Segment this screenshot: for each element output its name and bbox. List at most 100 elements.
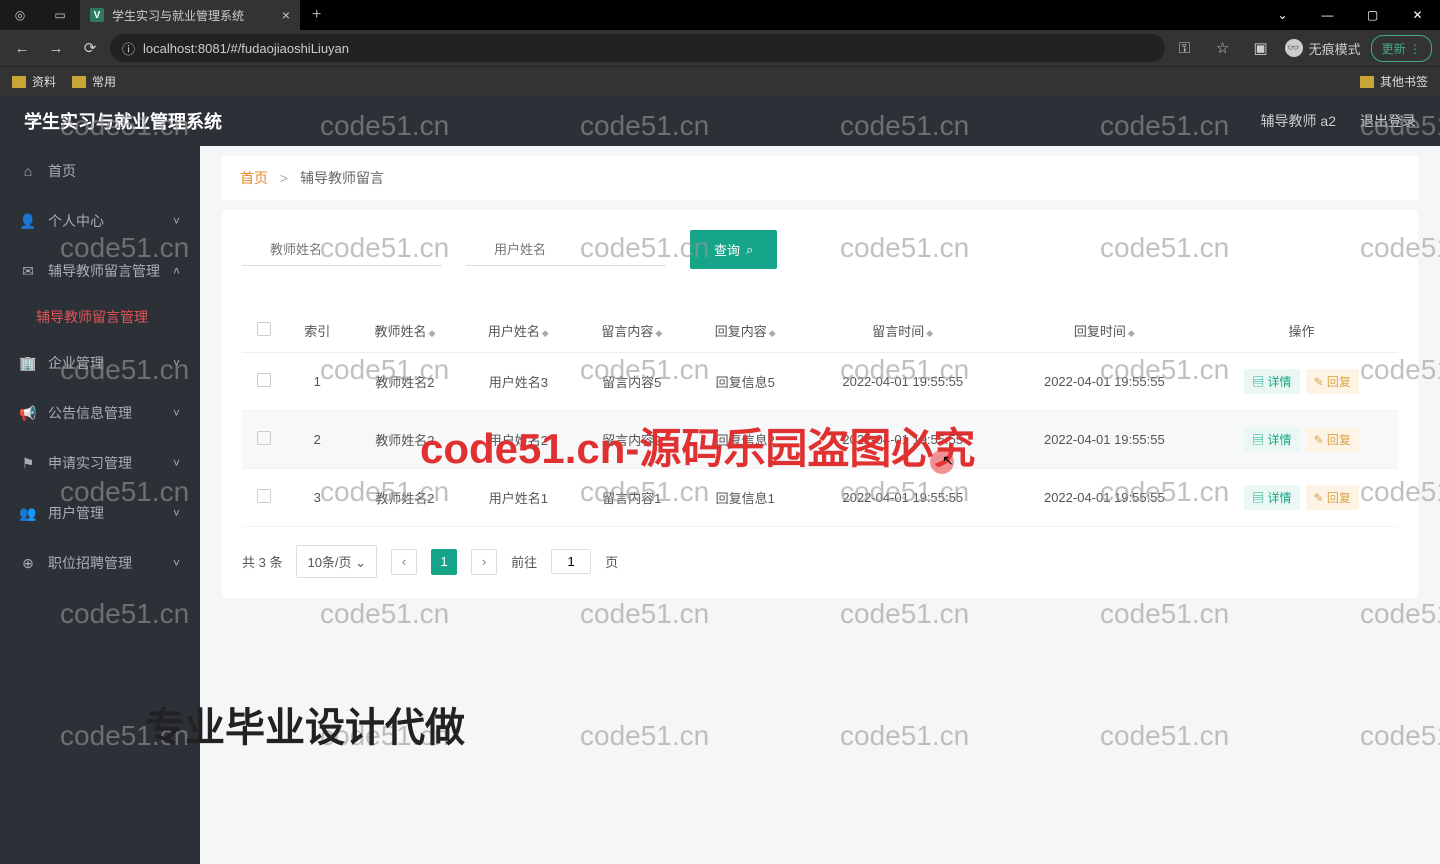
reply-button[interactable]: ✎ 回复 xyxy=(1306,427,1359,452)
col-msgtime[interactable]: 留言时间◆ xyxy=(802,309,1004,353)
data-table: 索引 教师姓名◆ 用户姓名◆ 留言内容◆ 回复内容◆ 留言时间◆ 回复时间◆ 操… xyxy=(242,309,1398,527)
breadcrumb: 首页 > 辅导教师留言 xyxy=(222,156,1418,200)
page-size-select[interactable]: 10条/页 ⌄ xyxy=(296,545,377,578)
col-user[interactable]: 用户姓名◆ xyxy=(462,309,575,353)
sidebar-item-6[interactable]: ⚑申请实习管理˅ xyxy=(0,438,200,488)
sidebar-item-2[interactable]: ✉ 辅导教师留言管理 ˄ xyxy=(0,246,200,296)
menu-icon: ⊕ xyxy=(20,555,36,571)
prev-page-button[interactable]: ‹ xyxy=(391,549,417,575)
detail-button[interactable]: ▤ 详情 xyxy=(1244,369,1299,394)
extensions-icon[interactable]: ▣ xyxy=(1247,34,1275,62)
cell-msgtime: 2022-04-01 19:55:55 xyxy=(802,353,1004,411)
address-bar[interactable]: ⓘ localhost:8081/#/fudaojiaoshiLiuyan xyxy=(110,34,1165,62)
col-replytime[interactable]: 回复时间◆ xyxy=(1004,309,1206,353)
sidebar-item-4[interactable]: 🏢企业管理˅ xyxy=(0,338,200,388)
sidebar-item-5[interactable]: 📢公告信息管理˅ xyxy=(0,388,200,438)
col-msg[interactable]: 留言内容◆ xyxy=(575,309,688,353)
sidebar-item-label: 辅导教师留言管理 xyxy=(48,261,160,281)
cell-replytime: 2022-04-01 19:55:55 xyxy=(1004,469,1206,527)
url-text: localhost:8081/#/fudaojiaoshiLiuyan xyxy=(143,41,349,56)
row-checkbox[interactable] xyxy=(257,431,271,445)
teacher-name-input[interactable] xyxy=(242,234,442,266)
content-area: 首页 > 辅导教师留言 查询⌕ 索引 教师姓名◆ 用户姓名◆ xyxy=(200,146,1440,864)
breadcrumb-current: 辅导教师留言 xyxy=(300,170,384,186)
menu-icon: ✉ xyxy=(20,263,36,279)
key-icon[interactable]: ⚿ xyxy=(1171,34,1199,62)
table-row[interactable]: 1教师姓名2用户姓名3留言内容5回复信息52022-04-01 19:55:55… xyxy=(242,353,1398,411)
reply-button[interactable]: ✎ 回复 xyxy=(1306,485,1359,510)
goto-page-input[interactable] xyxy=(551,549,591,574)
forward-button[interactable]: → xyxy=(42,34,70,62)
sort-icon: ◆ xyxy=(655,328,662,338)
window-dropdown-icon[interactable]: ⌄ xyxy=(1260,0,1305,30)
chevron-down-icon: ˅ xyxy=(173,556,180,570)
sidebar-item-1[interactable]: 👤个人中心˅ xyxy=(0,196,200,246)
page-suffix: 页 xyxy=(605,552,618,571)
col-index: 索引 xyxy=(286,309,348,353)
browser-tab-inactive-1[interactable]: ◎ xyxy=(0,0,40,30)
reload-button[interactable]: ⟳ xyxy=(76,34,104,62)
current-user[interactable]: 辅导教师 a2 xyxy=(1261,111,1336,131)
cell-teacher: 教师姓名2 xyxy=(348,353,461,411)
window-controls: ⌄ — ▢ ✕ xyxy=(1260,0,1440,30)
maximize-icon[interactable]: ▢ xyxy=(1350,0,1395,30)
reply-button[interactable]: ✎ 回复 xyxy=(1306,369,1359,394)
chevron-down-icon: ˅ xyxy=(173,456,180,470)
detail-button[interactable]: ▤ 详情 xyxy=(1244,427,1299,452)
sidebar-item-3[interactable]: 辅导教师留言管理 xyxy=(0,296,200,338)
cell-user: 用户姓名1 xyxy=(462,469,575,527)
cell-actions: ▤ 详情 ✎ 回复 xyxy=(1205,469,1398,527)
sidebar-item-8[interactable]: ⊕职位招聘管理˅ xyxy=(0,538,200,588)
update-button[interactable]: 更新 ⋮ xyxy=(1371,35,1432,62)
cell-msg: 留言内容5 xyxy=(575,353,688,411)
table-row[interactable]: 2教师姓名2用户姓名2留言内容2回复信息22022-04-01 19:55:55… xyxy=(242,411,1398,469)
star-icon[interactable]: ☆ xyxy=(1209,34,1237,62)
page-1-button[interactable]: 1 xyxy=(431,549,457,575)
bookmark-folder-2[interactable]: 常用 xyxy=(72,73,116,90)
info-icon: ⓘ xyxy=(122,39,135,58)
app-header: 学生实习与就业管理系统 辅导教师 a2 退出登录 xyxy=(0,96,1440,146)
row-checkbox[interactable] xyxy=(257,489,271,503)
cell-replytime: 2022-04-01 19:55:55 xyxy=(1004,411,1206,469)
cell-actions: ▤ 详情 ✎ 回复 xyxy=(1205,353,1398,411)
sidebar-item-label: 首页 xyxy=(48,161,76,181)
logout-link[interactable]: 退出登录 xyxy=(1360,111,1416,131)
sort-icon: ◆ xyxy=(428,328,435,338)
new-tab-button[interactable]: + xyxy=(300,6,333,24)
col-reply[interactable]: 回复内容◆ xyxy=(689,309,802,353)
close-window-icon[interactable]: ✕ xyxy=(1395,0,1440,30)
next-page-button[interactable]: › xyxy=(471,549,497,575)
browser-tab-active[interactable]: V 学生实习与就业管理系统 × xyxy=(80,0,300,30)
close-tab-icon[interactable]: × xyxy=(282,7,290,23)
query-button[interactable]: 查询⌕ xyxy=(690,230,777,269)
table-row[interactable]: 3教师姓名2用户姓名1留言内容1回复信息12022-04-01 19:55:55… xyxy=(242,469,1398,527)
back-button[interactable]: ← xyxy=(8,34,36,62)
sidebar-item-label: 申请实习管理 xyxy=(48,453,132,473)
minimize-icon[interactable]: — xyxy=(1305,0,1350,30)
menu-icon: 📢 xyxy=(20,405,36,421)
vue-icon: V xyxy=(90,8,104,22)
cell-reply: 回复信息5 xyxy=(689,353,802,411)
search-row: 查询⌕ xyxy=(242,230,1398,269)
select-all-checkbox[interactable] xyxy=(257,322,271,336)
browser-tab-inactive-2[interactable]: ▭ xyxy=(40,0,80,30)
search-icon: ⌕ xyxy=(746,242,753,258)
row-checkbox[interactable] xyxy=(257,373,271,387)
user-name-input[interactable] xyxy=(466,234,666,266)
sort-icon: ◆ xyxy=(926,328,933,338)
incognito-indicator: 👓 无痕模式 xyxy=(1285,39,1361,58)
cell-msgtime: 2022-04-01 19:55:55 xyxy=(802,469,1004,527)
cell-msg: 留言内容1 xyxy=(575,469,688,527)
incognito-icon: 👓 xyxy=(1285,39,1303,57)
other-bookmarks[interactable]: 其他书签 xyxy=(1360,73,1428,90)
breadcrumb-home[interactable]: 首页 xyxy=(240,170,268,186)
sidebar: ⌂首页👤个人中心˅✉辅导教师留言管理˄辅导教师留言管理🏢企业管理˅📢公告信息管理… xyxy=(0,146,200,864)
col-teacher[interactable]: 教师姓名◆ xyxy=(348,309,461,353)
sidebar-item-label: 用户管理 xyxy=(48,503,104,523)
bookmark-folder-1[interactable]: 资料 xyxy=(12,73,56,90)
sidebar-item-0[interactable]: ⌂首页 xyxy=(0,146,200,196)
sidebar-item-7[interactable]: 👥用户管理˅ xyxy=(0,488,200,538)
detail-button[interactable]: ▤ 详情 xyxy=(1244,485,1299,510)
chevron-down-icon: ˄ xyxy=(173,264,180,278)
cell-msgtime: 2022-04-01 19:55:55 xyxy=(802,411,1004,469)
